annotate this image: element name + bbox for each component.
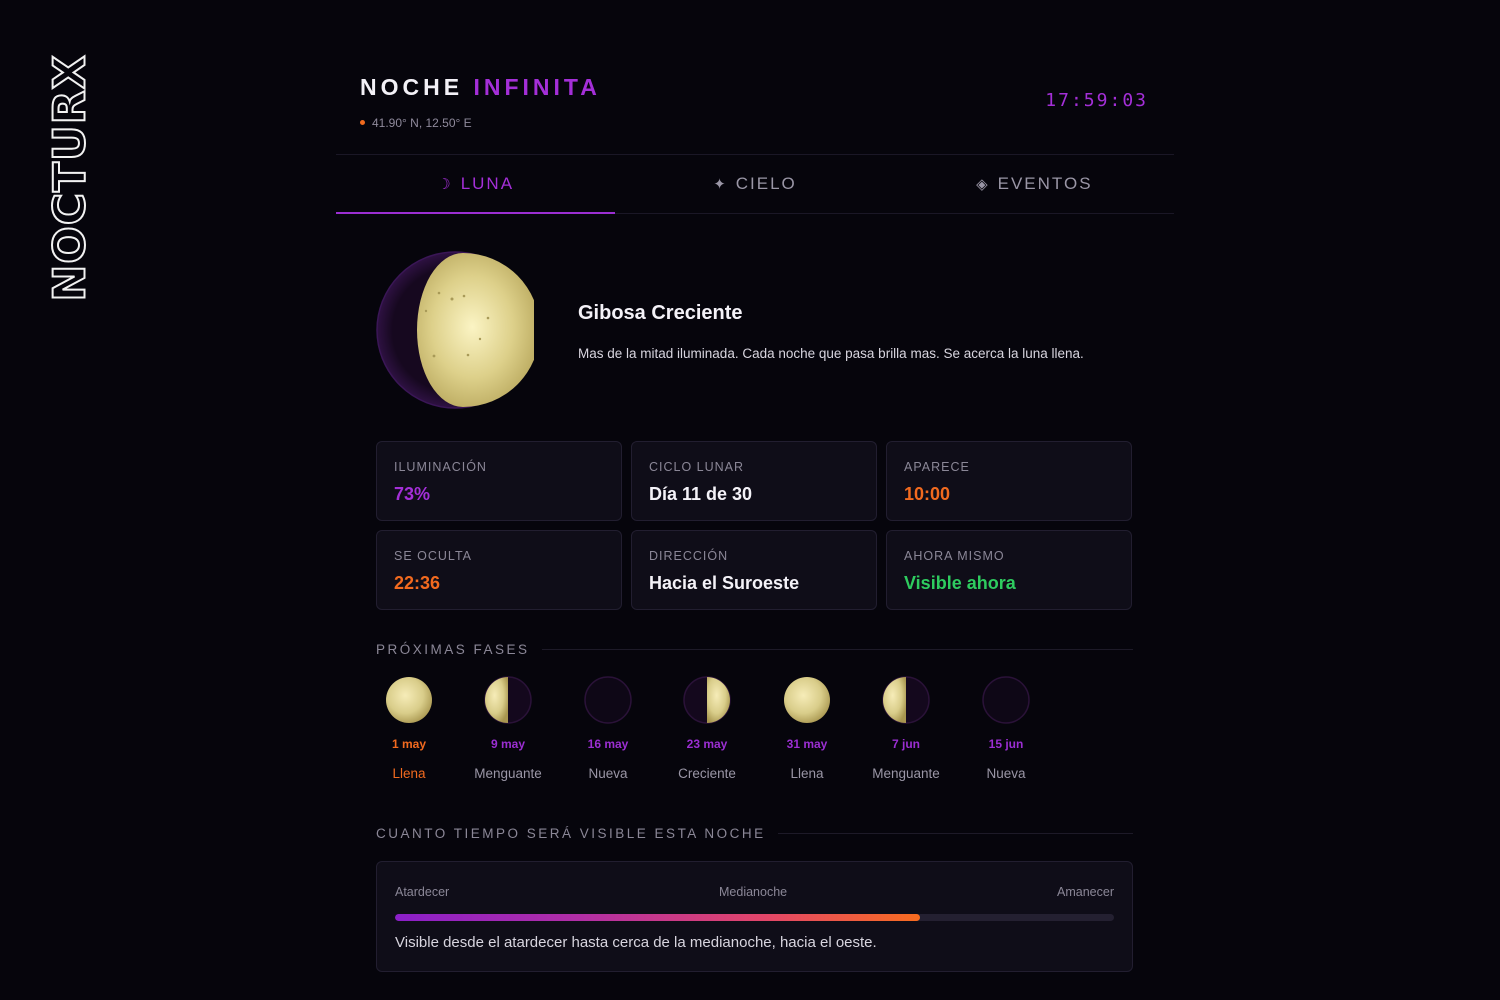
end-label: Amanecer bbox=[1057, 885, 1114, 899]
location-dot-icon bbox=[360, 120, 365, 126]
stats-grid: ILUMINACIÓN 73% CICLO LUNAR Día 11 de 30… bbox=[376, 441, 1132, 610]
tab-eventos[interactable]: ◈ EVENTOS bbox=[895, 155, 1174, 213]
stat-label: SE OCULTA bbox=[394, 549, 472, 563]
stat-card-direction: DIRECCIÓN Hacia el Suroeste bbox=[631, 530, 877, 610]
stat-card-set: SE OCULTA 22:36 bbox=[376, 530, 622, 610]
tab-bar: ☽ LUNA ✦ CIELO ◈ EVENTOS bbox=[336, 155, 1174, 214]
tab-label: LUNA bbox=[460, 174, 515, 193]
divider bbox=[541, 649, 1133, 650]
full-moon-icon bbox=[784, 677, 830, 723]
phase-date: 9 may bbox=[490, 737, 526, 751]
divider bbox=[777, 833, 1133, 834]
mid-label: Medianoche bbox=[719, 885, 788, 899]
visibility-card: Atardecer Medianoche Amanecer Visible de… bbox=[376, 861, 1133, 972]
tab-label: EVENTOS bbox=[997, 174, 1093, 193]
stat-value: Día 11 de 30 bbox=[649, 484, 753, 504]
visibility-text: Visible desde el atardecer hasta cerca d… bbox=[395, 934, 877, 951]
phase-label: Nueva bbox=[986, 766, 1026, 781]
stat-value: 22:36 bbox=[394, 573, 441, 593]
crescent-moon-icon: ☽ bbox=[437, 176, 453, 193]
stat-value: 10:00 bbox=[904, 484, 951, 504]
upcoming-phases-heading: PRÓXIMAS FASES bbox=[376, 642, 1133, 657]
waning-half-moon-icon bbox=[484, 676, 532, 724]
phase-label: Llena bbox=[790, 766, 824, 781]
phase-date: 7 jun bbox=[891, 737, 920, 751]
phase-description: Mas de la mitad iluminada. Cada noche qu… bbox=[578, 346, 1084, 361]
visibility-heading: CUANTO TIEMPO SERÁ VISIBLE ESTA NOCHE bbox=[376, 826, 1133, 841]
phase-date: 15 jun bbox=[988, 737, 1024, 751]
brand-logo: NOCTURX bbox=[44, 53, 97, 302]
moon-phase-icon bbox=[376, 251, 534, 409]
page-title: NOCHE INFINITA bbox=[360, 74, 601, 101]
waxing-half-moon-icon bbox=[683, 676, 731, 724]
phase-label: Menguante bbox=[474, 766, 542, 781]
stat-value: 73% bbox=[394, 484, 431, 504]
phase-item[interactable]: 23 may Creciente bbox=[657, 676, 757, 781]
phase-item[interactable]: 31 may Llena bbox=[757, 676, 857, 781]
phase-label: Creciente bbox=[678, 766, 736, 781]
stat-card-lunar-cycle: CICLO LUNAR Día 11 de 30 bbox=[631, 441, 877, 521]
stat-value: Hacia el Suroeste bbox=[649, 573, 800, 593]
waning-half-moon-icon bbox=[882, 676, 930, 724]
phase-item[interactable]: 9 may Menguante bbox=[458, 676, 558, 781]
stat-label: APARECE bbox=[904, 460, 970, 474]
stat-label: DIRECCIÓN bbox=[649, 549, 729, 563]
new-moon-icon bbox=[982, 676, 1030, 724]
stat-value: Visible ahora bbox=[904, 573, 1016, 593]
phase-date: 23 may bbox=[686, 737, 728, 751]
section-title: PRÓXIMAS FASES bbox=[376, 642, 530, 657]
phase-item[interactable]: 16 may Nueva bbox=[558, 676, 658, 781]
phase-date: 31 may bbox=[786, 737, 828, 751]
stat-card-rise: APARECE 10:00 bbox=[886, 441, 1132, 521]
stat-label: ILUMINACIÓN bbox=[394, 460, 487, 474]
title-part1: NOCHE bbox=[360, 74, 464, 100]
title-part2: INFINITA bbox=[473, 74, 601, 100]
upcoming-phases-list: 1 may Llena 9 may Menguante 16 may Nueva… bbox=[376, 676, 1133, 796]
diamond-icon: ◈ bbox=[976, 176, 990, 193]
phase-label: Nueva bbox=[588, 766, 628, 781]
stat-label: CICLO LUNAR bbox=[649, 460, 745, 474]
tab-luna[interactable]: ☽ LUNA bbox=[336, 155, 616, 214]
stat-card-illumination: ILUMINACIÓN 73% bbox=[376, 441, 622, 521]
start-label: Atardecer bbox=[395, 885, 450, 899]
moon-summary: Gibosa Creciente Mas de la mitad ilumina… bbox=[336, 214, 1174, 442]
phase-date: 16 may bbox=[587, 737, 629, 751]
tab-cielo[interactable]: ✦ CIELO bbox=[615, 155, 894, 213]
phase-name: Gibosa Creciente bbox=[578, 302, 743, 324]
stat-card-now: AHORA MISMO Visible ahora bbox=[886, 530, 1132, 610]
phase-item[interactable]: 7 jun Menguante bbox=[856, 676, 956, 781]
new-moon-icon bbox=[584, 676, 632, 724]
coords-text: 41.90° N, 12.50° E bbox=[372, 116, 472, 130]
section-title: CUANTO TIEMPO SERÁ VISIBLE ESTA NOCHE bbox=[376, 826, 766, 841]
phase-date: 1 may bbox=[391, 737, 427, 751]
phase-label: Menguante bbox=[872, 766, 940, 781]
phase-label: Llena bbox=[392, 766, 426, 781]
clock: 17:59:03 bbox=[1045, 90, 1148, 111]
stat-label: AHORA MISMO bbox=[904, 549, 1005, 563]
star-icon: ✦ bbox=[713, 176, 728, 193]
phase-item[interactable]: 1 may Llena bbox=[359, 676, 459, 781]
full-moon-icon bbox=[386, 677, 432, 723]
visibility-progress-fill bbox=[395, 914, 920, 921]
visibility-progress-bar bbox=[395, 914, 1114, 921]
moon-app: NOCHE INFINITA 41.90° N, 12.50° E 17:59:… bbox=[336, 60, 1174, 990]
phase-item[interactable]: 15 jun Nueva bbox=[956, 676, 1056, 781]
location-coords: 41.90° N, 12.50° E bbox=[360, 116, 472, 130]
tab-label: CIELO bbox=[735, 174, 797, 193]
header: NOCHE INFINITA 41.90° N, 12.50° E 17:59:… bbox=[336, 60, 1174, 155]
